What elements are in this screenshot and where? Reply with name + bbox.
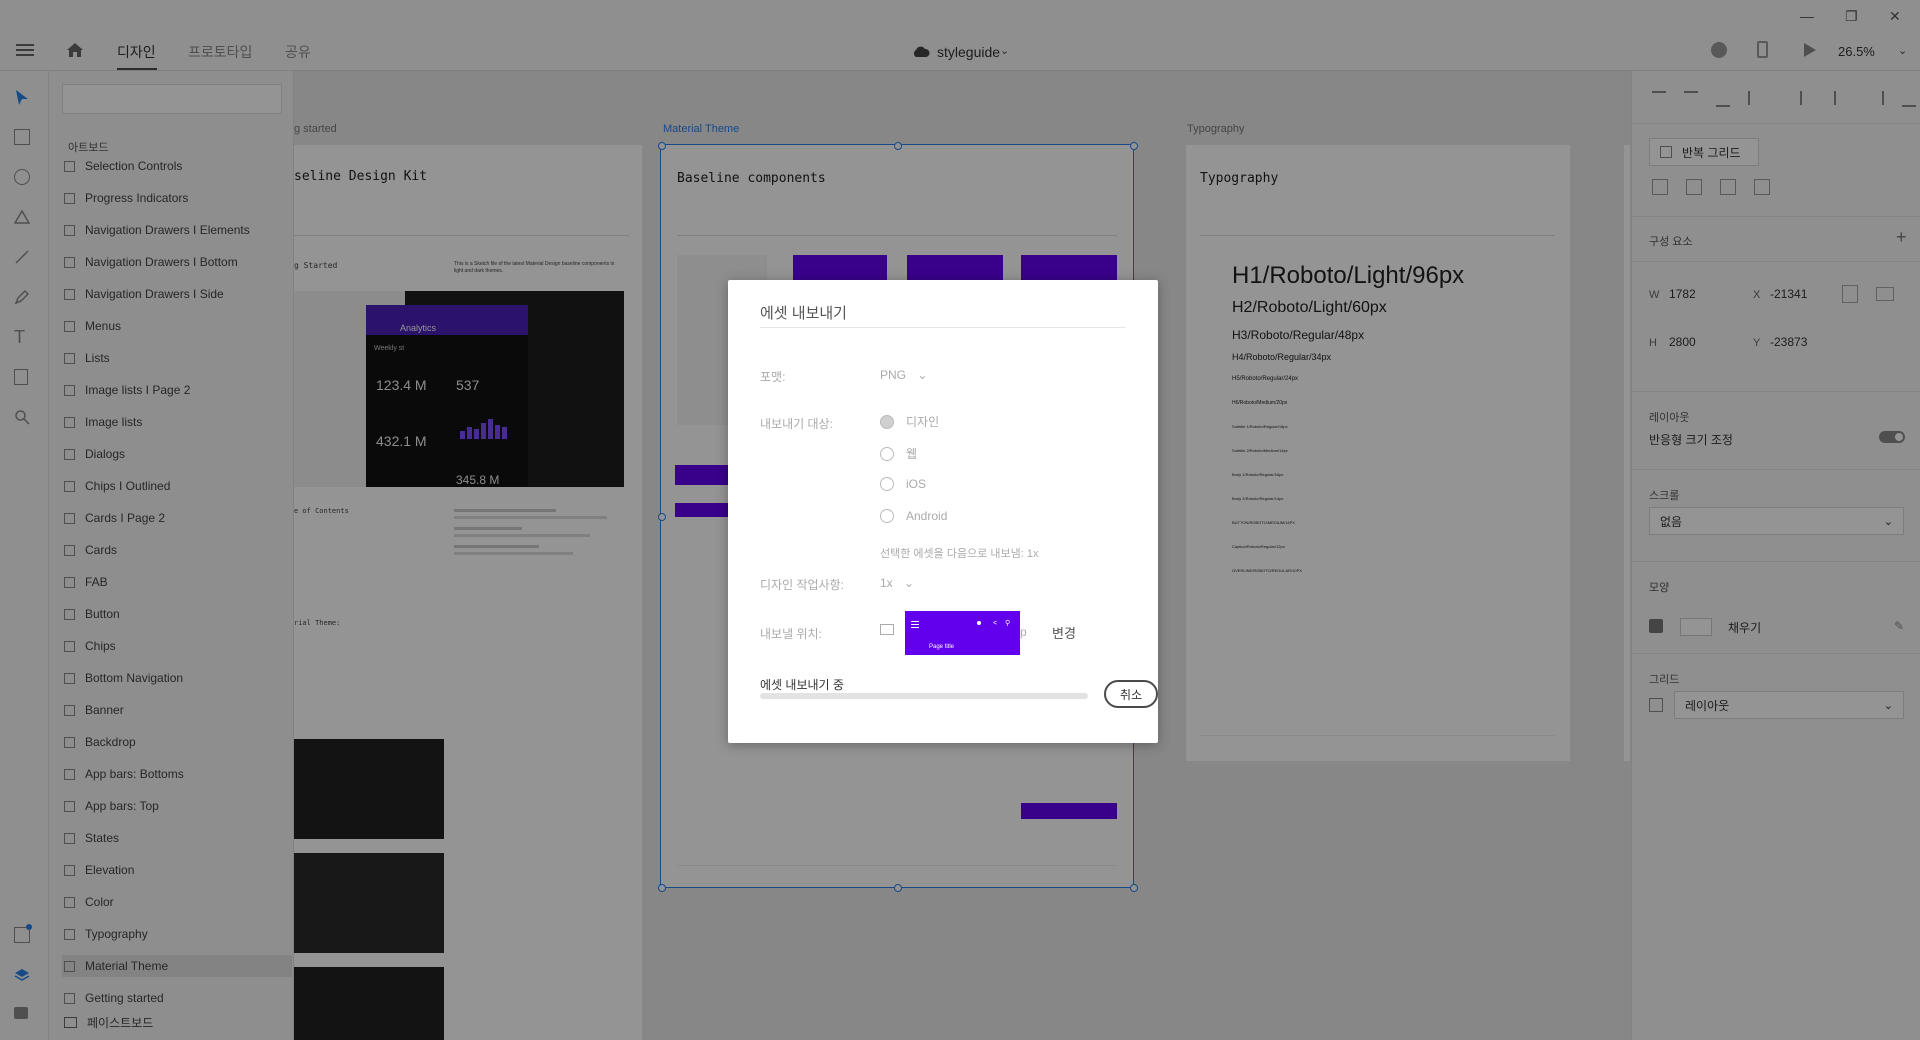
design-spec-value: 1x xyxy=(880,576,893,590)
hamburger-menu-icon xyxy=(911,621,919,628)
export-assets-dialog: 에셋 내보내기 포맷: PNG ⌄ 내보내기 대상: 디자인 웹 iOS And… xyxy=(728,280,1158,743)
format-select[interactable]: PNG ⌄ xyxy=(880,368,927,382)
radio-label: 디자인 xyxy=(906,415,940,429)
chevron-down-icon: ⌄ xyxy=(917,368,928,382)
radio-button xyxy=(880,446,894,461)
location-path: p xyxy=(1020,625,1027,639)
radio-label: iOS xyxy=(906,477,927,491)
design-spec-label: 디자인 작업사항: xyxy=(760,578,844,592)
cancel-button[interactable]: 취소 xyxy=(1104,680,1158,708)
export-location-label: 내보낼 위치: xyxy=(760,627,822,641)
target-radio-ios[interactable]: iOS xyxy=(880,477,926,491)
change-location-button[interactable]: 변경 xyxy=(1052,623,1076,642)
export-note: 선택한 에셋을 다음으로 내보냄: 1x xyxy=(880,548,1039,560)
radio-label: 웹 xyxy=(906,447,918,461)
dialog-divider xyxy=(760,327,1126,328)
target-radio-design[interactable]: 디자인 xyxy=(880,413,939,430)
radio-button xyxy=(880,414,894,429)
share-icon: < xyxy=(993,620,998,627)
favorite-icon xyxy=(977,621,981,625)
export-target-label: 내보내기 대상: xyxy=(760,417,833,431)
thumb-page-title: Page title xyxy=(929,644,955,650)
format-value: PNG xyxy=(880,368,907,382)
radio-button xyxy=(880,477,894,491)
target-radio-web[interactable]: 웹 xyxy=(880,445,917,462)
chevron-down-icon: ⌄ xyxy=(904,576,915,590)
design-spec-select[interactable]: 1x ⌄ xyxy=(880,576,914,590)
progress-label: 에셋 내보내기 중 xyxy=(760,678,844,692)
export-thumbnail: < ⚲ Page title xyxy=(905,611,1020,655)
radio-button xyxy=(880,509,894,523)
target-radio-android[interactable]: Android xyxy=(880,509,947,523)
export-progress-bar xyxy=(760,693,1088,699)
search-icon: ⚲ xyxy=(1005,620,1011,627)
radio-label: Android xyxy=(906,509,948,523)
folder-icon xyxy=(880,624,894,635)
dialog-title: 에셋 내보내기 xyxy=(760,305,847,322)
format-label: 포맷: xyxy=(760,370,786,384)
